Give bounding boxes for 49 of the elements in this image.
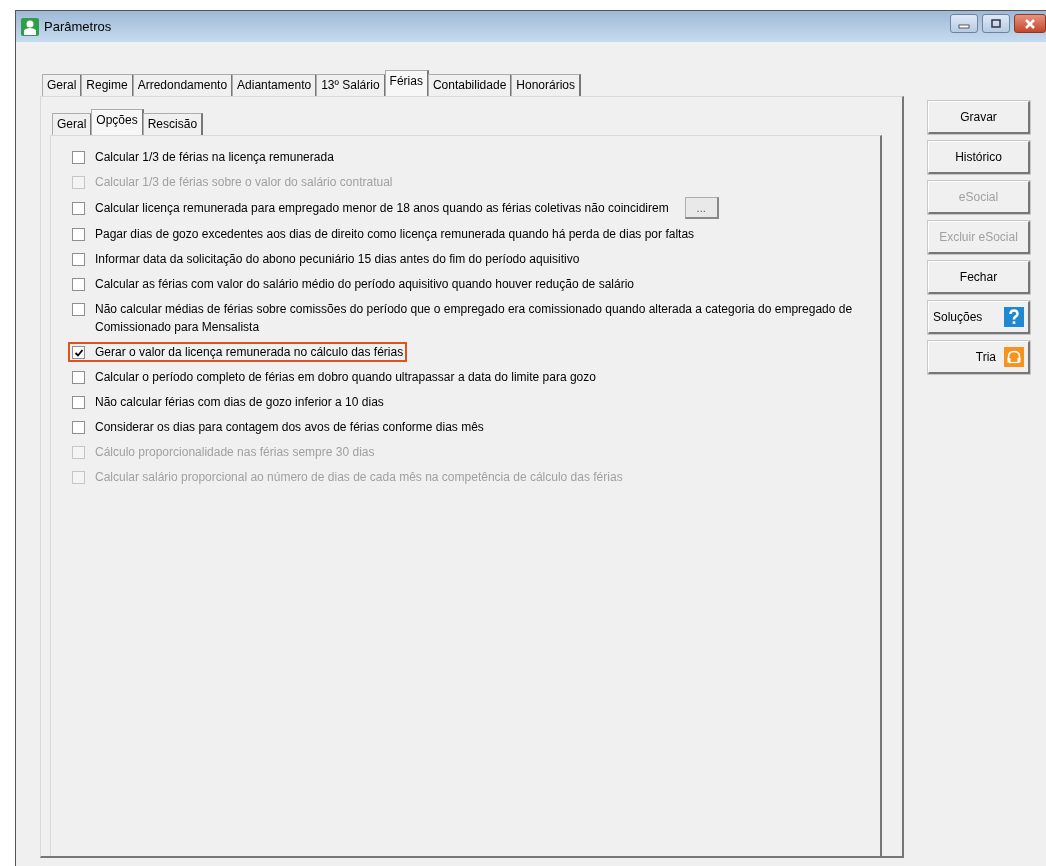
checkbox[interactable]	[72, 421, 85, 434]
option-label: Pagar dias de gozo excedentes aos dias de direito como licença remunerada quando há perda de dias por faltas	[95, 226, 695, 243]
minimize-button[interactable]	[950, 14, 978, 33]
window-title: Parâmetros	[44, 19, 112, 34]
tab[interactable]: Regime	[81, 74, 134, 96]
option-label: Calcular o período completo de férias em dobro quando ultrapassar a data do limite para gozo	[95, 369, 596, 386]
action-button[interactable]: Soluções	[928, 301, 1030, 334]
ellipsis-button[interactable]: ...	[684, 197, 719, 219]
checkbox[interactable]	[72, 202, 85, 215]
action-button[interactable]: Tria	[928, 341, 1030, 374]
tab[interactable]: Arredondamento	[132, 74, 234, 96]
checkbox[interactable]	[72, 396, 85, 409]
option-label: Calcular 1/3 de férias na licença remunerada	[95, 149, 334, 166]
option-label: Calcular 1/3 de férias sobre o valor do salário contratual	[95, 174, 393, 191]
option-label: Cálculo proporcionalidade nas férias sempre 30 dias	[95, 444, 375, 461]
help-icon	[1004, 307, 1024, 327]
option-label: Calcular salário proporcional ao número de dias de cada mês na competência de cálculo das férias	[95, 469, 623, 486]
tab[interactable]: Contabilidade	[427, 74, 513, 96]
tab[interactable]: Honorários	[511, 74, 581, 96]
action-button[interactable]: Histórico	[928, 141, 1030, 174]
checkbox[interactable]	[72, 346, 85, 359]
option-label: Informar data da solicitação do abono pecuniário 15 dias antes do fim do período aquisitivo	[95, 251, 580, 268]
maximize-icon	[989, 18, 1003, 29]
checkbox[interactable]	[72, 371, 85, 384]
tab[interactable]: Férias	[384, 70, 429, 96]
checkbox[interactable]	[72, 151, 85, 164]
tab[interactable]: Adiantamento	[232, 74, 318, 96]
close-icon	[1023, 18, 1037, 29]
headset-icon	[1004, 347, 1024, 367]
option-label: Calcular as férias com valor do salário médio do período aquisitivo quando houver redução de salário	[95, 276, 634, 293]
action-button[interactable]: Gravar	[928, 101, 1030, 134]
action-button[interactable]: Fechar	[928, 261, 1030, 294]
tab[interactable]: Opções	[91, 109, 144, 135]
close-button[interactable]	[1014, 14, 1046, 33]
option-label: Gerar o valor da licença remunerada no cálculo das férias	[95, 344, 404, 361]
tab[interactable]: 13º Salário	[316, 74, 386, 96]
tab[interactable]: Geral	[52, 113, 93, 135]
checkbox[interactable]	[72, 278, 85, 291]
checkbox[interactable]	[72, 253, 85, 266]
option-label: Calcular licença remunerada para empregado menor de 18 anos quando as férias coletivas não coincidirem	[95, 200, 669, 217]
option-label: Não calcular médias de férias sobre comissões do período que o empregado era comissionado quando alterada a categoria do empregado de Comissionado para Mensalista	[95, 301, 854, 336]
option-label: Não calcular férias com dias de gozo inferior a 10 dias	[95, 394, 384, 411]
maximize-button[interactable]	[982, 14, 1010, 33]
tab[interactable]: Geral	[42, 74, 83, 96]
tab[interactable]: Rescisão	[142, 113, 204, 135]
checkbox[interactable]	[72, 228, 85, 241]
person-icon	[21, 17, 39, 36]
option-label: Considerar os dias para contagem dos avos de férias conforme dias mês	[95, 419, 484, 436]
checkbox[interactable]	[72, 303, 85, 316]
